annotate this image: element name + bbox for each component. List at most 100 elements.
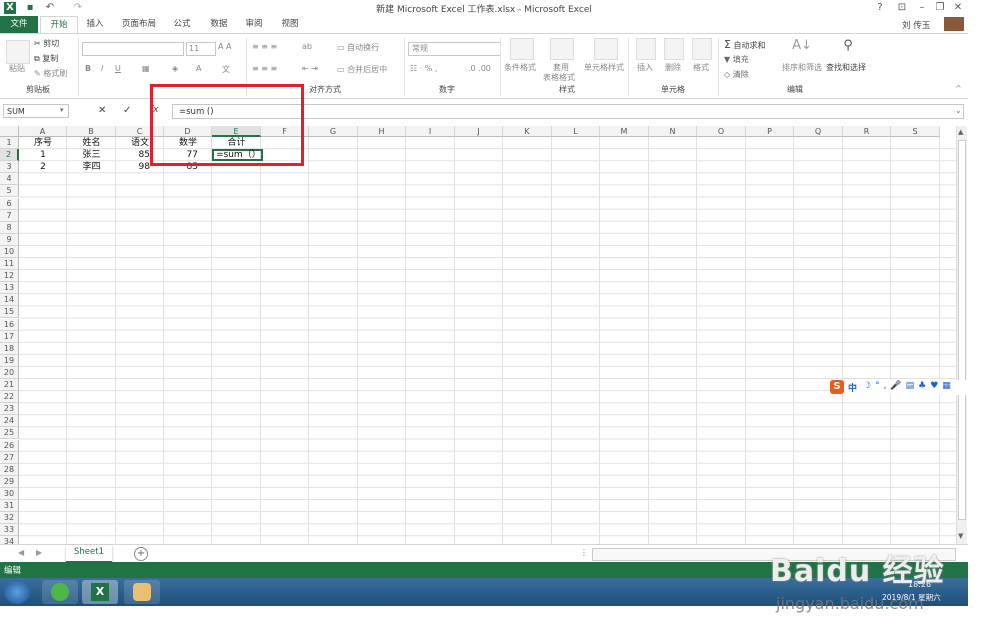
user-name[interactable]: 刘 传玉 (902, 19, 930, 31)
conditional-format-icon[interactable] (510, 38, 534, 60)
taskbar-paint-button[interactable] (124, 580, 160, 604)
fill-button[interactable]: ▼ 填充 (724, 54, 749, 65)
font-name-select[interactable] (82, 42, 184, 56)
row-header-26[interactable]: 26 (0, 439, 19, 452)
row-header-28[interactable]: 28 (0, 463, 19, 476)
number-format-select[interactable]: 常规 (408, 42, 501, 56)
column-header-i[interactable]: I (406, 126, 455, 137)
merge-center-button[interactable]: ▭ 合并后居中 (337, 64, 387, 75)
next-sheet-icon[interactable]: ▶ (36, 548, 42, 557)
vertical-scrollbar[interactable]: ▲ ▼ (956, 126, 967, 544)
table-format-icon[interactable] (550, 38, 574, 60)
row-header-6[interactable]: 6 (0, 197, 19, 210)
underline-button[interactable]: U (115, 64, 121, 73)
collapse-ribbon-icon[interactable]: ^ (955, 84, 962, 93)
taskbar-browser-button[interactable] (42, 580, 78, 604)
conditional-format-label[interactable]: 条件格式 (504, 62, 536, 73)
row-header-32[interactable]: 32 (0, 512, 19, 525)
row-header-16[interactable]: 16 (0, 318, 19, 331)
font-grow-icon[interactable]: A A (218, 42, 232, 51)
column-header-o[interactable]: O (697, 126, 746, 137)
scroll-up-icon[interactable]: ▲ (958, 128, 963, 136)
italic-button[interactable]: I (101, 64, 103, 73)
align-top-icon[interactable]: ≡ ≡ ≡ (252, 42, 277, 51)
insert-cells-icon[interactable] (636, 38, 656, 60)
column-header-k[interactable]: K (503, 126, 552, 137)
taskbar-excel-button[interactable]: X (82, 580, 118, 604)
tab-page-layout[interactable]: 页面布局 (118, 16, 160, 33)
format-painter-button[interactable]: ✎ 格式刷 (34, 68, 67, 79)
enter-button[interactable]: ✓ (123, 105, 131, 116)
find-select-label[interactable]: 查找和选择 (826, 62, 866, 73)
row-header-1[interactable]: 1 (0, 137, 19, 150)
tab-formulas[interactable]: 公式 (168, 16, 196, 33)
insert-cells-label[interactable]: 插入 (637, 62, 653, 73)
cell-styles-label[interactable]: 单元格样式 (584, 62, 624, 73)
format-cells-label[interactable]: 格式 (693, 62, 709, 73)
orientation-icon[interactable]: ab (302, 42, 312, 51)
row-header-24[interactable]: 24 (0, 415, 19, 428)
row-header-4[interactable]: 4 (0, 173, 19, 186)
sort-filter-label[interactable]: 排序和筛选 (782, 62, 822, 73)
column-header-s[interactable]: S (891, 126, 940, 137)
row-header-14[interactable]: 14 (0, 294, 19, 307)
column-header-q[interactable]: Q (794, 126, 843, 137)
row-header-3[interactable]: 3 (0, 161, 19, 174)
ime-toolbar[interactable]: S 中 ☽°,🎤▤♣♥▦ (830, 380, 968, 395)
tab-home[interactable]: 开始 (40, 16, 78, 33)
column-header-b[interactable]: B (67, 126, 116, 137)
row-header-13[interactable]: 13 (0, 282, 19, 295)
currency-icon[interactable]: ☷ · % , (410, 64, 438, 73)
column-header-h[interactable]: H (358, 126, 406, 137)
split-handle-icon[interactable]: ⋮ (580, 548, 588, 557)
close-button[interactable]: ✕ (950, 1, 966, 15)
row-header-29[interactable]: 29 (0, 475, 19, 488)
prev-sheet-icon[interactable]: ◀ (18, 548, 24, 557)
help-button[interactable]: ? (872, 1, 888, 15)
minimize-button[interactable]: – (914, 1, 930, 15)
column-header-j[interactable]: J (455, 126, 503, 137)
copy-button[interactable]: ⧉ 复制 (34, 53, 58, 64)
row-header-27[interactable]: 27 (0, 451, 19, 464)
row-header-33[interactable]: 33 (0, 524, 19, 537)
font-size-select[interactable]: 11 (186, 42, 216, 56)
column-header-m[interactable]: M (600, 126, 649, 137)
format-cells-icon[interactable] (692, 38, 712, 60)
row-header-34[interactable]: 34 (0, 536, 19, 544)
ime-mode-label[interactable]: 中 (848, 381, 857, 394)
wrap-text-button[interactable]: ▭ 自动换行 (337, 42, 379, 53)
row-header-22[interactable]: 22 (0, 391, 19, 404)
column-header-n[interactable]: N (649, 126, 697, 137)
phonetic-icon[interactable]: 文 (222, 64, 230, 75)
row-header-15[interactable]: 15 (0, 306, 19, 319)
column-header-g[interactable]: G (309, 126, 358, 137)
cell-styles-icon[interactable] (594, 38, 618, 60)
start-button[interactable] (4, 580, 30, 604)
ribbon-options-button[interactable]: ⊡ (894, 1, 910, 15)
restore-button[interactable]: ❐ (932, 1, 948, 15)
binoculars-icon[interactable]: ⚲ (838, 38, 858, 58)
row-header-18[interactable]: 18 (0, 342, 19, 355)
cell-a1[interactable]: 序号 (19, 137, 67, 149)
cell-b1[interactable]: 姓名 (67, 137, 116, 149)
bold-button[interactable]: B (85, 64, 91, 73)
sort-filter-icon[interactable]: A↓ (792, 38, 812, 58)
row-header-31[interactable]: 31 (0, 500, 19, 513)
cell-b2[interactable]: 张三 (67, 149, 116, 161)
tab-insert[interactable]: 插入 (80, 16, 110, 33)
borders-icon[interactable]: ▦ (142, 64, 150, 73)
autosum-button[interactable]: Σ 自动求和 (724, 38, 766, 51)
row-header-30[interactable]: 30 (0, 487, 19, 500)
row-header-25[interactable]: 25 (0, 427, 19, 440)
sheet-tab-sheet1[interactable]: Sheet1 (66, 545, 112, 563)
table-format-label-2[interactable]: 表格格式 (543, 72, 575, 83)
row-header-23[interactable]: 23 (0, 403, 19, 416)
cancel-button[interactable]: ✕ (98, 105, 106, 116)
delete-cells-icon[interactable] (664, 38, 684, 60)
tab-data[interactable]: 数据 (205, 16, 233, 33)
tab-review[interactable]: 审阅 (240, 16, 268, 33)
tab-file[interactable]: 文件 (0, 16, 38, 33)
align-left-icon[interactable]: ≡ ≡ ≡ (252, 64, 277, 73)
scroll-thumb[interactable] (958, 140, 966, 520)
scroll-down-icon[interactable]: ▼ (958, 532, 963, 540)
